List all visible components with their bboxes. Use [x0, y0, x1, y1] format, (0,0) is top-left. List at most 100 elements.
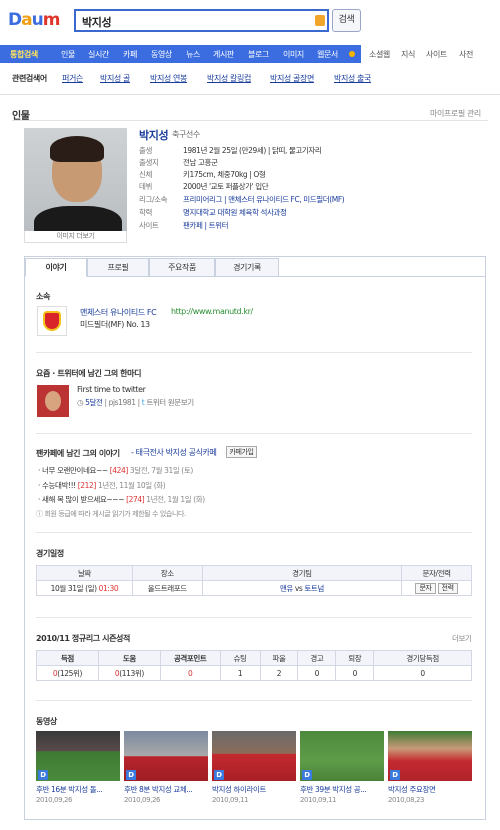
related-item[interactable]: 박지성 칼링컵	[207, 73, 251, 84]
match-preview-button[interactable]: 전력	[437, 582, 458, 594]
info-value: 전남 고흥군	[183, 158, 218, 167]
video-title-link[interactable]: 후반 16분 박지성 돌...	[36, 784, 103, 795]
tab-records[interactable]: 경기기록	[215, 258, 279, 277]
suggest-arrow-icon[interactable]	[315, 15, 325, 26]
global-nav: 통합검색 인물 실시간 카페 동영상 뉴스 게시판 블로그 이미지 웹문서 소셜…	[0, 45, 500, 63]
video-title-link[interactable]: 박지성 주요장면	[388, 784, 436, 795]
tab-video[interactable]: 동영상	[151, 49, 172, 60]
related-item[interactable]: 박지성 골	[100, 73, 130, 84]
divider	[0, 94, 500, 95]
text-relay-button[interactable]: 문자	[415, 582, 436, 594]
divider	[36, 700, 472, 701]
person-photo[interactable]	[24, 128, 127, 231]
club-crest-icon[interactable]	[37, 306, 67, 336]
info-value: 2000년 '교토 퍼플상가' 입단	[183, 182, 269, 191]
video-date: 2010,08,23	[388, 796, 425, 804]
video-date: 2010,09,11	[300, 796, 337, 804]
schedule-header: 날짜	[36, 565, 133, 581]
video-thumbnail[interactable]: D	[212, 731, 296, 781]
schedule-header: 장소	[131, 565, 203, 581]
fancafe-post[interactable]: · 새해 복 많이 받으세요~~~ [274] 1년전, 1월 1일 (화)	[38, 494, 205, 505]
tab-profile[interactable]: 프로필	[87, 258, 149, 277]
divider	[12, 120, 488, 121]
info-key: 학력	[139, 208, 152, 217]
video-thumbnail[interactable]: D	[300, 731, 384, 781]
video-title-link[interactable]: 박지성 하이라이트	[212, 784, 266, 795]
tab-knowledge[interactable]: 지식	[401, 49, 415, 60]
videos-title: 동영상	[36, 717, 57, 726]
home-team-link[interactable]: 맨유	[280, 584, 293, 593]
person-job: 축구선수	[172, 130, 200, 139]
club-position: 미드필더(MF) No. 13	[80, 320, 150, 329]
tab-works[interactable]: 주요작품	[149, 258, 215, 277]
tab-dictionary[interactable]: 사전	[459, 49, 473, 60]
info-icon: ⓘ	[36, 510, 43, 518]
tab-cafe[interactable]: 카페	[123, 49, 137, 60]
tab-news[interactable]: 뉴스	[186, 49, 200, 60]
tab-social[interactable]: 소셜웹	[369, 49, 390, 60]
tweet-time[interactable]: 5달전	[85, 398, 103, 407]
stats-title: 2010/11 정규리그 시즌성적	[36, 634, 130, 643]
fancafe-link[interactable]: - 태극전사 박지성 공식카페	[131, 447, 217, 458]
table-row: 10월 31일 (일) 01:30 올드트래포드 맨유 vs 토트넘 문자 전력	[36, 580, 472, 596]
video-thumbnail[interactable]: D	[36, 731, 120, 781]
daum-play-icon: D	[38, 770, 48, 780]
info-site-links[interactable]: 팬카페 | 트위터	[183, 220, 229, 231]
video-thumbnail[interactable]: D	[124, 731, 208, 781]
related-item[interactable]: 박지성 연봉	[150, 73, 187, 84]
info-key: 사이트	[139, 221, 159, 230]
search-query: 박지성	[82, 16, 112, 29]
club-name-link[interactable]: 맨체스터 유나이티드 FC	[80, 307, 157, 318]
divider	[36, 532, 472, 533]
twitter-avatar[interactable]	[37, 385, 69, 417]
tab-realtime[interactable]: 실시간	[88, 49, 109, 60]
tab-web[interactable]: 웹문서	[317, 49, 338, 60]
fancafe-post[interactable]: · 너무 오랜만이네요~~ [424] 3달전, 7월 31일 (토)	[38, 465, 193, 476]
more-dot-icon[interactable]	[349, 51, 355, 57]
tab-person[interactable]: 인물	[61, 49, 75, 60]
tab-image[interactable]: 이미지	[283, 49, 304, 60]
stats-table: 득점 도움 공격포인트 슈팅 파울 경고 퇴장 경기당득점 0(125위) 0(…	[36, 650, 472, 681]
related-item[interactable]: 박지성 골장면	[270, 73, 314, 84]
more-images-link[interactable]: 이미지 더보기	[24, 231, 127, 243]
tab-blog[interactable]: 블로그	[248, 49, 269, 60]
tab-story[interactable]: 이야기	[25, 258, 87, 277]
info-key: 리그/소속	[139, 195, 168, 204]
schedule-header: 문자/전력	[401, 565, 472, 581]
tab-site[interactable]: 사이트	[426, 49, 447, 60]
info-key: 신체	[139, 170, 152, 179]
related-label: 관련검색어	[12, 74, 47, 83]
video-date: 2010,09,26	[124, 796, 161, 804]
info-school-link[interactable]: 명지대학교 대학원 체육학 석사과정	[183, 207, 287, 218]
away-team-link[interactable]: 토트넘	[304, 584, 324, 593]
fancafe-post[interactable]: · 수능대박!!! [212] 1년전, 11월 10일 (화)	[38, 480, 166, 491]
video-date: 2010,09,11	[212, 796, 249, 804]
cafe-join-button[interactable]: 카페가입	[226, 446, 257, 458]
twitter-title: 요즘 · 트위터에 남긴 그의 한마디	[36, 369, 142, 378]
person-name[interactable]: 박지성	[139, 127, 169, 143]
stats-more-link[interactable]: 더보기	[452, 633, 472, 644]
video-title-link[interactable]: 후반 8분 박지성 교체...	[124, 784, 193, 795]
search-input[interactable]: 박지성	[74, 9, 329, 32]
club-url-link[interactable]: http://www.manutd.kr/	[171, 307, 253, 316]
info-league-link[interactable]: 프리미어리그 | 맨체스터 유나이티드 FC, 미드필더(MF)	[183, 194, 345, 205]
tab-board[interactable]: 게시판	[213, 49, 234, 60]
schedule-table: 날짜 장소 경기팀 문자/전력 10월 31일 (일) 01:30 올드트래포드…	[36, 565, 472, 596]
tab-integrated-search[interactable]: 통합검색	[10, 49, 38, 60]
daum-logo[interactable]: Daum	[8, 10, 60, 30]
divider	[36, 352, 472, 353]
related-item[interactable]: 박지성 출국	[334, 73, 371, 84]
fancafe-note: ⓘ 회원 등급에 따라 게시글 읽기가 제한될 수 있습니다.	[36, 510, 186, 518]
info-key: 출생	[139, 146, 152, 155]
divider	[36, 617, 472, 618]
my-profile-link[interactable]: 마이프로필 관리	[430, 108, 481, 119]
video-date: 2010,09,26	[36, 796, 73, 804]
twitter-original-link[interactable]: 트위터 원문보기	[146, 398, 194, 407]
related-item[interactable]: 퍼거슨	[62, 73, 83, 84]
video-thumbnail[interactable]: D	[388, 731, 472, 781]
daum-play-icon: D	[302, 770, 312, 780]
video-title-link[interactable]: 후반 39분 박지성 공...	[300, 784, 367, 795]
search-button[interactable]: 검색	[332, 9, 361, 32]
daum-play-icon: D	[390, 770, 400, 780]
info-key: 출생지	[139, 158, 159, 167]
